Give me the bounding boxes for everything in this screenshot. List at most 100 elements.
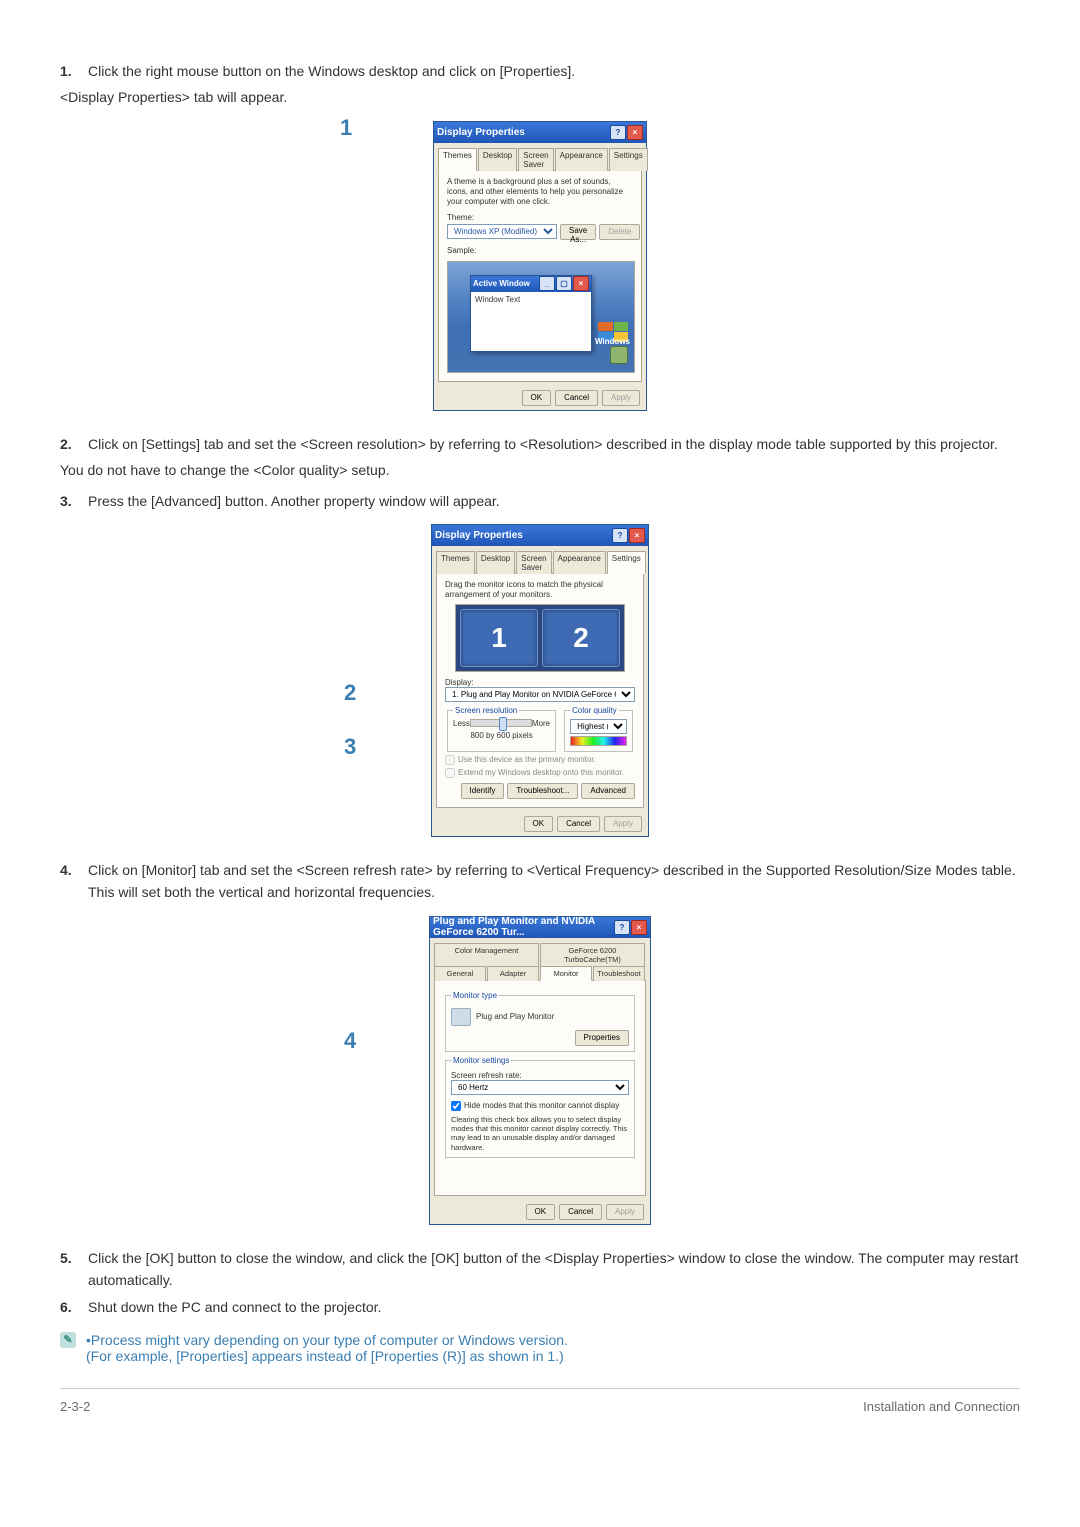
note-icon: ✎ xyxy=(60,1332,76,1348)
figure-1: 1 Display Properties ? × Themes Desktop … xyxy=(60,121,1020,411)
screen-resolution-group: Screen resolution Less More 800 by 600 p… xyxy=(447,706,556,752)
tab-screen-saver[interactable]: Screen Saver xyxy=(516,551,551,574)
tab-color-management[interactable]: Color Management xyxy=(434,943,539,966)
tab-screen-saver[interactable]: Screen Saver xyxy=(518,148,553,171)
cancel-button[interactable]: Cancel xyxy=(555,390,598,406)
maximize-icon: ▢ xyxy=(556,276,572,291)
footer-left: 2-3-2 xyxy=(60,1399,90,1414)
cancel-button[interactable]: Cancel xyxy=(557,816,600,832)
tab-general[interactable]: General xyxy=(434,966,486,981)
sample-label: Sample: xyxy=(447,246,633,255)
tab-themes[interactable]: Themes xyxy=(438,148,477,171)
help-icon[interactable]: ? xyxy=(612,528,628,543)
properties-button[interactable]: Properties xyxy=(575,1030,629,1046)
apply-button[interactable]: Apply xyxy=(604,816,642,832)
delete-button[interactable]: Delete xyxy=(599,224,640,240)
windows-brand-label: Windows xyxy=(595,337,630,346)
sample-window-title: Active Window xyxy=(473,279,530,288)
close-icon[interactable]: × xyxy=(627,125,643,140)
monitor-name: Plug and Play Monitor xyxy=(476,1012,554,1021)
monitor-settings-group: Monitor settings Screen refresh rate: 60… xyxy=(445,1056,635,1159)
close-icon: × xyxy=(573,276,589,291)
callout-2: 2 xyxy=(344,680,356,706)
settings-description: Drag the monitor icons to match the phys… xyxy=(445,580,635,600)
close-icon[interactable]: × xyxy=(629,528,645,543)
color-quality-group: Color quality Highest (32 bit) xyxy=(564,706,633,752)
apply-button[interactable]: Apply xyxy=(602,390,640,406)
advanced-button[interactable]: Advanced xyxy=(581,783,635,799)
dialog-title: Plug and Play Monitor and NVIDIA GeForce… xyxy=(433,916,614,938)
troubleshoot-button[interactable]: Troubleshoot... xyxy=(507,783,578,799)
step-3-text: Press the [Advanced] button. Another pro… xyxy=(88,493,500,509)
titlebar: Display Properties ? × xyxy=(434,122,646,143)
step-4-text: Click on [Monitor] tab and set the <Scre… xyxy=(88,862,1016,878)
tab-appearance[interactable]: Appearance xyxy=(553,551,606,574)
monitor-arrangement[interactable]: 1 2 xyxy=(455,604,625,672)
monitor-settings-legend: Monitor settings xyxy=(451,1056,511,1065)
tab-monitor[interactable]: Monitor xyxy=(540,966,592,981)
step-5: Click the [OK] button to close the windo… xyxy=(60,1247,1020,1292)
theme-select[interactable]: Windows XP (Modified) xyxy=(447,224,557,239)
instruction-list: Click the right mouse button on the Wind… xyxy=(60,60,1020,82)
callout-4: 4 xyxy=(344,1028,356,1054)
display-label: Display: xyxy=(445,678,635,687)
tab-appearance[interactable]: Appearance xyxy=(555,148,608,171)
titlebar: Plug and Play Monitor and NVIDIA GeForce… xyxy=(430,917,650,938)
sample-window-text: Window Text xyxy=(471,292,591,307)
hide-modes-checkbox[interactable]: Hide modes that this monitor cannot disp… xyxy=(451,1101,629,1111)
more-label: More xyxy=(532,719,550,728)
step-6: Shut down the PC and connect to the proj… xyxy=(60,1296,1020,1318)
identify-button[interactable]: Identify xyxy=(461,783,505,799)
refresh-rate-select[interactable]: 60 Hertz xyxy=(451,1080,629,1095)
save-as-button[interactable]: Save As... xyxy=(560,224,596,240)
close-icon[interactable]: × xyxy=(631,920,647,935)
less-label: Less xyxy=(453,719,470,728)
tab-adapter[interactable]: Adapter xyxy=(487,966,539,981)
sample-preview: Active Window _ ▢ × Window Text Windows xyxy=(447,261,635,373)
step-2-note: You do not have to change the <Color qua… xyxy=(60,459,1020,481)
tab-desktop[interactable]: Desktop xyxy=(478,148,517,171)
figure-3: 4 Plug and Play Monitor and NVIDIA GeFor… xyxy=(60,916,1020,1225)
resolution-slider[interactable] xyxy=(470,719,532,727)
display-select[interactable]: 1. Plug and Play Monitor on NVIDIA GeFor… xyxy=(445,687,635,702)
step-1: Click the right mouse button on the Wind… xyxy=(60,60,1020,82)
monitor-2[interactable]: 2 xyxy=(542,609,620,667)
instruction-list-cont4: Click the [OK] button to close the windo… xyxy=(60,1247,1020,1318)
help-icon[interactable]: ? xyxy=(614,920,630,935)
callout-3: 3 xyxy=(344,734,356,760)
dialog-title: Display Properties xyxy=(437,127,525,138)
tabs: Themes Desktop Screen Saver Appearance S… xyxy=(438,147,642,171)
footer-right: Installation and Connection xyxy=(863,1399,1020,1414)
monitor-type-legend: Monitor type xyxy=(451,991,499,1000)
tab-themes[interactable]: Themes xyxy=(436,551,475,574)
tab-settings[interactable]: Settings xyxy=(607,551,646,574)
ok-button[interactable]: OK xyxy=(526,1204,556,1220)
ok-button[interactable]: OK xyxy=(524,816,554,832)
note-block: ✎ •Process might vary depending on your … xyxy=(60,1332,1020,1364)
sample-window: Active Window _ ▢ × Window Text xyxy=(470,275,592,352)
extend-desktop-checkbox[interactable]: Extend my Windows desktop onto this moni… xyxy=(445,768,635,778)
instruction-list-cont: Click on [Settings] tab and set the <Scr… xyxy=(60,433,1020,455)
tab-troubleshoot[interactable]: Troubleshoot xyxy=(593,966,645,981)
note-line-1: •Process might vary depending on your ty… xyxy=(86,1332,568,1348)
tab-settings[interactable]: Settings xyxy=(609,148,648,171)
color-quality-select[interactable]: Highest (32 bit) xyxy=(570,719,627,734)
dialog-title: Display Properties xyxy=(435,530,523,541)
screen-resolution-legend: Screen resolution xyxy=(453,706,519,715)
tab-geforce[interactable]: GeForce 6200 TurboCache(TM) xyxy=(540,943,645,966)
tabs: Color Management GeForce 6200 TurboCache… xyxy=(434,942,646,981)
hide-modes-description: Clearing this check box allows you to se… xyxy=(451,1115,629,1153)
cancel-button[interactable]: Cancel xyxy=(559,1204,602,1220)
tab-desktop[interactable]: Desktop xyxy=(476,551,515,574)
step-6-text: Shut down the PC and connect to the proj… xyxy=(88,1299,381,1315)
apply-button[interactable]: Apply xyxy=(606,1204,644,1220)
titlebar: Display Properties ? × xyxy=(432,525,648,546)
step-4: Click on [Monitor] tab and set the <Scre… xyxy=(60,859,1020,904)
step-1-note: <Display Properties> tab will appear. xyxy=(60,86,1020,108)
ok-button[interactable]: OK xyxy=(522,390,552,406)
help-icon[interactable]: ? xyxy=(610,125,626,140)
primary-monitor-checkbox[interactable]: Use this device as the primary monitor. xyxy=(445,755,635,765)
monitor-1[interactable]: 1 xyxy=(460,609,538,667)
monitor-properties-dialog: Plug and Play Monitor and NVIDIA GeForce… xyxy=(429,916,651,1225)
themes-description: A theme is a background plus a set of so… xyxy=(447,177,633,207)
